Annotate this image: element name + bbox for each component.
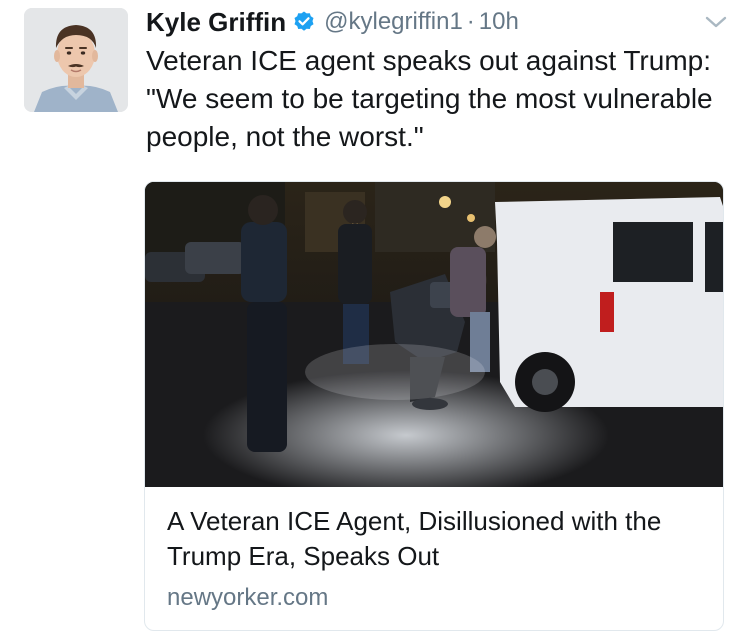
card-image[interactable] [145,182,723,487]
author-handle[interactable]: @kylegriffin1 [324,8,463,36]
card-domain[interactable]: newyorker.com [167,584,328,612]
tweet-timestamp[interactable]: 10h [479,8,519,36]
header-separator: · [466,8,475,35]
card-title[interactable]: A Veteran ICE Agent, Disillusioned with … [167,504,707,574]
tweet-header: Kyle Griffin @kylegriffin1 · 10h [146,4,519,40]
verified-badge-icon [292,10,316,34]
chevron-down-icon[interactable] [704,14,728,30]
avatar[interactable] [24,8,128,112]
author-name[interactable]: Kyle Griffin [146,7,286,38]
tweet-text: Veteran ICE agent speaks out against Tru… [146,45,713,152]
link-card[interactable]: A Veteran ICE Agent, Disillusioned with … [144,181,724,631]
tweet: Kyle Griffin @kylegriffin1 · 10h Veteran… [0,0,750,636]
